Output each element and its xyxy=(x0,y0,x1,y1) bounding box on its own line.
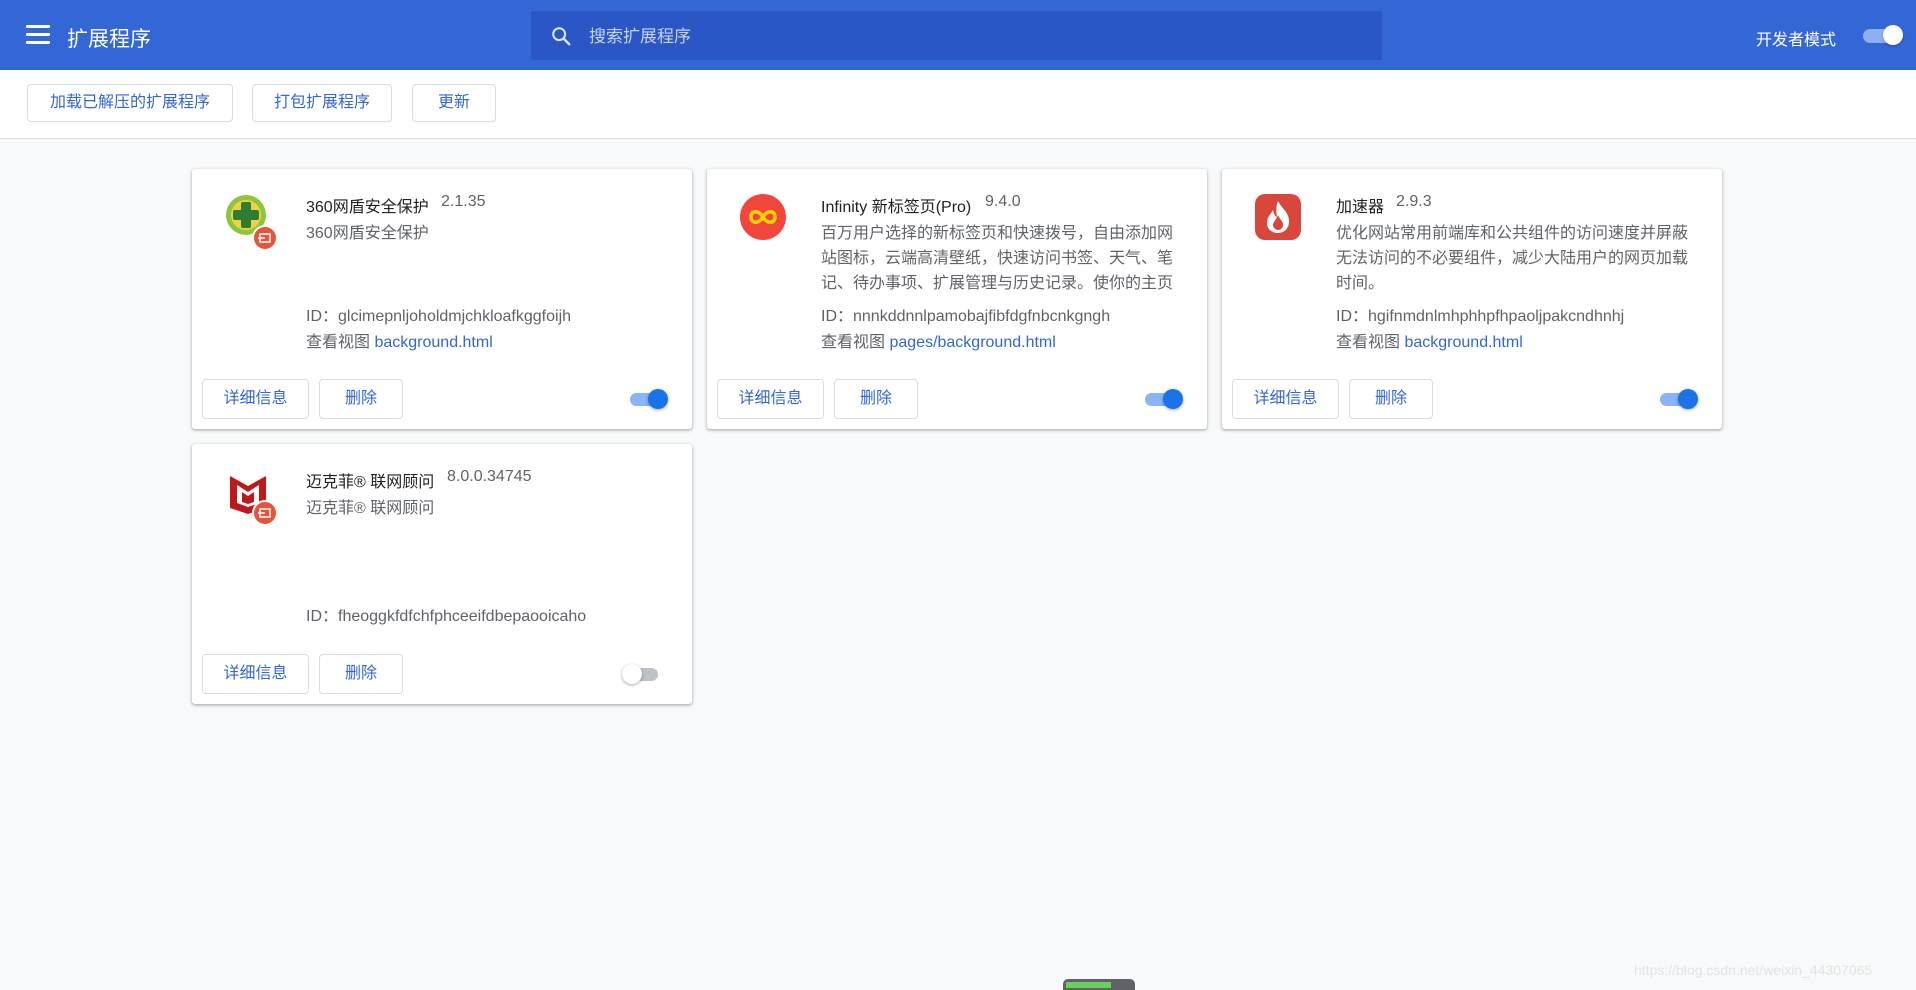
enable-toggle[interactable] xyxy=(1658,389,1698,409)
extension-version: 2.1.35 xyxy=(441,193,486,210)
watermark: https://blog.csdn.net/weixin_44307065 xyxy=(1634,962,1873,978)
loading-fill xyxy=(1066,982,1111,988)
details-button[interactable]: 详细信息 xyxy=(1232,379,1339,419)
remove-button[interactable]: 删除 xyxy=(319,379,403,419)
extension-name: Infinity 新标签页(Pro) xyxy=(821,199,972,216)
inspect-views-label: 查看视图 xyxy=(821,334,886,351)
inspect-views-label: 查看视图 xyxy=(306,334,371,351)
extension-id: ID：nnnkddnnlpamobajfibfdgfnbcnkgngh xyxy=(821,308,1111,325)
extension-description: 百万用户选择的新标签页和快速拨号，自由添加网站图标，云端高清壁纸，快速访问书签、… xyxy=(821,225,1174,292)
extension-description: 迈克菲® 联网顾问 xyxy=(306,500,435,517)
extension-description: 360网盾安全保护 xyxy=(306,225,429,242)
enable-toggle[interactable] xyxy=(628,389,668,409)
enable-toggle[interactable] xyxy=(622,664,662,684)
loading-indicator xyxy=(1063,979,1135,990)
inspect-views-label: 查看视图 xyxy=(1336,334,1401,351)
extension-id: ID：fheoggkfdfchfphceeifdbepaooicaho xyxy=(306,608,587,625)
extension-card: 迈克菲® 联网顾问 8.0.0.34745 迈克菲® 联网顾问 ID：fheog… xyxy=(192,444,692,704)
search-icon xyxy=(552,27,571,46)
page-title: 扩展程序 xyxy=(67,28,151,51)
toggle-knob xyxy=(648,389,668,409)
toggle-knob xyxy=(622,664,642,684)
background-page-link[interactable]: background.html xyxy=(1404,334,1522,351)
extension-id: ID：hgifnmdnlmhphhpfhpaoljpakcndhnhj xyxy=(1336,308,1625,325)
details-button[interactable]: 详细信息 xyxy=(202,654,309,694)
extension-name: 加速器 xyxy=(1336,199,1385,216)
menu-icon[interactable] xyxy=(26,25,50,45)
details-button[interactable]: 详细信息 xyxy=(717,379,824,419)
developer-mode-toggle[interactable] xyxy=(1861,25,1903,45)
infinity-icon xyxy=(740,194,786,240)
toggle-knob xyxy=(1883,25,1903,45)
unpacked-badge-icon xyxy=(252,500,278,526)
top-bar: 扩展程序 开发者模式 xyxy=(0,0,1916,70)
extension-version: 2.9.3 xyxy=(1396,193,1432,210)
extension-version: 8.0.0.34745 xyxy=(447,468,532,485)
remove-button[interactable]: 删除 xyxy=(834,379,918,419)
flame-icon xyxy=(1255,194,1301,240)
enable-toggle[interactable] xyxy=(1143,389,1183,409)
search-box[interactable] xyxy=(531,11,1382,62)
dev-toolbar: 加载已解压的扩展程序 打包扩展程序 更新 xyxy=(0,70,1916,139)
extension-card: Infinity 新标签页(Pro) 9.4.0 百万用户选择的新标签页和快速拨… xyxy=(707,169,1207,429)
extension-name: 迈克菲® 联网顾问 xyxy=(306,474,435,491)
background-page-link[interactable]: background.html xyxy=(374,334,492,351)
extension-name: 360网盾安全保护 xyxy=(306,199,429,216)
toggle-knob xyxy=(1678,389,1698,409)
extension-description: 优化网站常用前端库和公共组件的访问速度并屏蔽无法访问的不必要组件，减少大陆用户的… xyxy=(1336,225,1689,292)
unpacked-badge-icon xyxy=(252,225,278,251)
background-page-link[interactable]: pages/background.html xyxy=(889,334,1055,351)
extension-version: 9.4.0 xyxy=(985,193,1021,210)
search-input[interactable] xyxy=(587,11,1371,62)
update-button[interactable]: 更新 xyxy=(412,84,496,122)
load-unpacked-button[interactable]: 加载已解压的扩展程序 xyxy=(27,84,233,122)
developer-mode-label: 开发者模式 xyxy=(1756,32,1837,49)
extension-card: 360网盾安全保护 2.1.35 360网盾安全保护 ID：glcimepnlj… xyxy=(192,169,692,429)
toggle-knob xyxy=(1163,389,1183,409)
remove-button[interactable]: 删除 xyxy=(1349,379,1433,419)
pack-extension-button[interactable]: 打包扩展程序 xyxy=(252,84,392,122)
extension-id: ID：glcimepnljoholdmjchkloafkggfoijh xyxy=(306,308,572,325)
remove-button[interactable]: 删除 xyxy=(319,654,403,694)
inspect-views: 查看视图 background.html xyxy=(1336,328,1523,352)
inspect-views: 查看视图 background.html xyxy=(306,328,493,352)
extension-card: 加速器 2.9.3 优化网站常用前端库和公共组件的访问速度并屏蔽无法访问的不必要… xyxy=(1222,169,1722,429)
details-button[interactable]: 详细信息 xyxy=(202,379,309,419)
inspect-views: 查看视图 pages/background.html xyxy=(821,328,1056,352)
